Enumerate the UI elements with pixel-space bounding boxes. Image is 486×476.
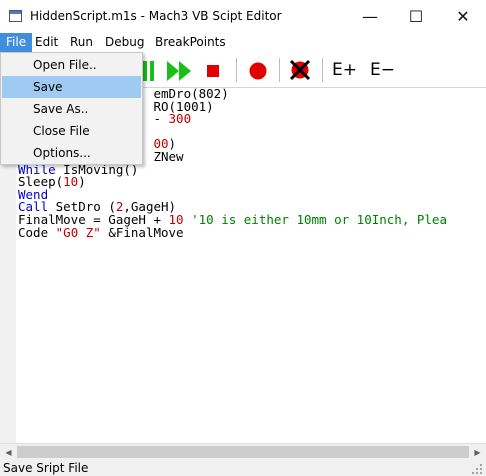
title-bar: HiddenScript.m1s - Mach3 VB Scipt Editor… [0, 0, 486, 33]
clear-breakpoints-icon[interactable] [288, 58, 312, 82]
menu-breakpoints[interactable]: BreakPoints [149, 33, 232, 52]
menu-item-options[interactable]: Options... [2, 142, 141, 164]
menu-bar: File Edit Run Debug BreakPoints [0, 33, 486, 52]
stop-icon[interactable] [206, 64, 220, 78]
toolbar-separator [236, 58, 237, 82]
minimize-button[interactable]: — [347, 0, 393, 33]
collapse-icon[interactable]: E− [370, 60, 395, 80]
menu-edit[interactable]: Edit [29, 33, 64, 52]
resize-grip-icon[interactable] [470, 462, 484, 475]
window-title: HiddenScript.m1s - Mach3 VB Scipt Editor [30, 9, 282, 23]
code-line: Code "G0 Z" &FinalMove [18, 224, 184, 240]
maximize-button[interactable]: ☐ [393, 0, 439, 33]
menu-item-open-file[interactable]: Open File.. [2, 54, 141, 76]
run-icon[interactable] [166, 60, 194, 82]
menu-item-save[interactable]: Save [2, 76, 141, 98]
breakpoint-icon[interactable] [247, 61, 269, 81]
scroll-right-icon[interactable]: ▶ [469, 444, 486, 461]
menu-debug[interactable]: Debug [99, 33, 150, 52]
file-dropdown-menu: Open File.. Save Save As.. Close File Op… [0, 52, 143, 165]
toolbar-separator [322, 58, 323, 82]
menu-file[interactable]: File [0, 33, 33, 52]
horizontal-scrollbar[interactable]: ◀ ▶ [0, 443, 486, 460]
toolbar-separator [279, 58, 280, 82]
status-bar: Save Sript File [0, 460, 486, 476]
code-line: Sleep(10) [18, 174, 86, 190]
scroll-thumb[interactable] [17, 446, 469, 458]
menu-item-close-file[interactable]: Close File [2, 120, 141, 142]
expand-icon[interactable]: E+ [332, 60, 357, 80]
status-text: Save Sript File [3, 461, 89, 475]
app-icon [9, 10, 22, 22]
menu-item-save-as[interactable]: Save As.. [2, 98, 141, 120]
scroll-left-icon[interactable]: ◀ [0, 444, 17, 461]
menu-run[interactable]: Run [64, 33, 99, 52]
close-button[interactable]: ✕ [440, 0, 486, 33]
